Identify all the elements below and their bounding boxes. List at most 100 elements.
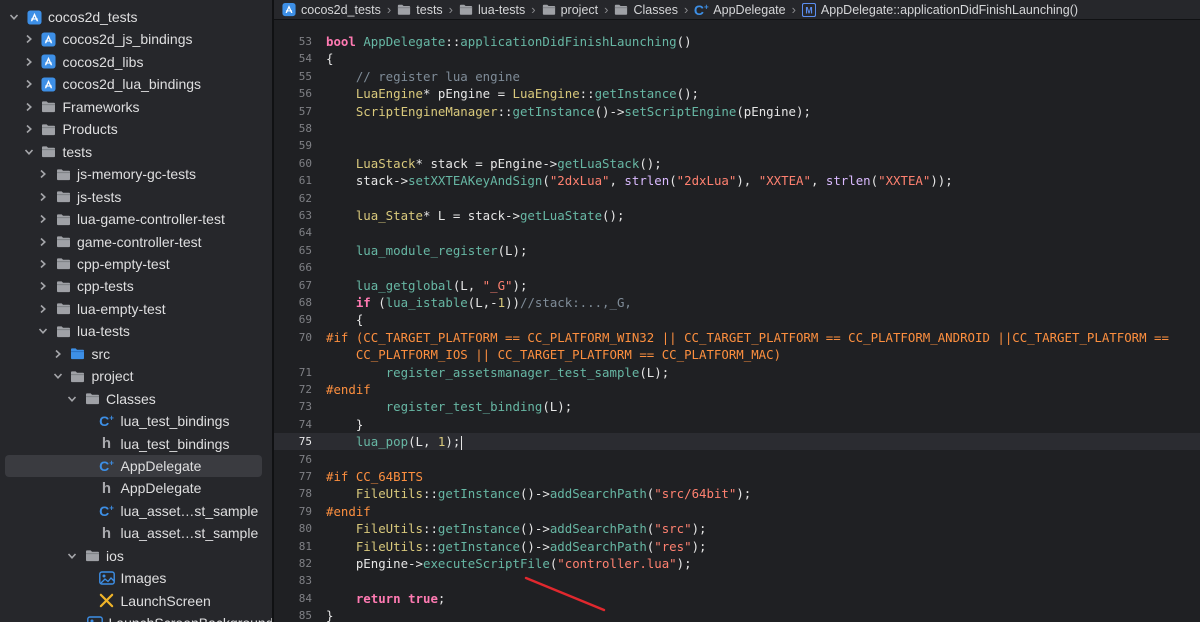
disclosure-right-icon[interactable] bbox=[37, 214, 49, 224]
disclosure-right-icon[interactable] bbox=[23, 57, 35, 67]
line-number[interactable]: 56 bbox=[274, 85, 312, 102]
line-number[interactable]: 70 bbox=[274, 329, 312, 346]
disclosure-right-icon[interactable] bbox=[52, 349, 64, 359]
code-line[interactable]: CC_PLATFORM_IOS || CC_TARGET_PLATFORM ==… bbox=[326, 346, 1200, 363]
code-line[interactable]: LuaEngine* pEngine = LuaEngine::getInsta… bbox=[326, 85, 1200, 102]
line-number[interactable]: 83 bbox=[274, 572, 312, 589]
line-number[interactable]: 80 bbox=[274, 520, 312, 537]
code-line[interactable]: register_assetsmanager_test_sample(L); bbox=[326, 364, 1200, 381]
navigator-item-images[interactable]: Images bbox=[0, 567, 262, 589]
breadcrumb-item[interactable]: tests bbox=[397, 3, 443, 17]
navigator-item-cocos2d-tests[interactable]: cocos2d_tests bbox=[0, 6, 262, 28]
line-number[interactable]: 68 bbox=[274, 294, 312, 311]
line-number[interactable]: 71 bbox=[274, 364, 312, 381]
line-number[interactable]: 54 bbox=[274, 50, 312, 67]
line-number[interactable]: 76 bbox=[274, 451, 312, 468]
code-line[interactable]: #endif bbox=[326, 381, 1200, 398]
navigator-item-lua-test-bindings[interactable]: h lua_test_bindings bbox=[0, 433, 262, 455]
breadcrumb-item[interactable]: C+ AppDelegate bbox=[694, 2, 786, 18]
code-line[interactable]: // register lua engine bbox=[326, 68, 1200, 85]
navigator-item-js-memory-gc-tests[interactable]: js-memory-gc-tests bbox=[0, 163, 262, 185]
disclosure-right-icon[interactable] bbox=[37, 169, 49, 179]
navigator-item-cpp-tests[interactable]: cpp-tests bbox=[0, 275, 262, 297]
line-number[interactable]: 72 bbox=[274, 381, 312, 398]
code-line[interactable] bbox=[326, 259, 1200, 276]
disclosure-down-icon[interactable] bbox=[23, 147, 35, 157]
disclosure-down-icon[interactable] bbox=[66, 551, 78, 561]
line-number[interactable]: 67 bbox=[274, 277, 312, 294]
code-line[interactable]: LuaStack* stack = pEngine->getLuaStack()… bbox=[326, 155, 1200, 172]
disclosure-right-icon[interactable] bbox=[23, 34, 35, 44]
navigator-item-lua-game-controller-test[interactable]: lua-game-controller-test bbox=[0, 208, 262, 230]
line-number[interactable]: 73 bbox=[274, 398, 312, 415]
disclosure-right-icon[interactable] bbox=[37, 281, 49, 291]
code-line[interactable]: } bbox=[326, 416, 1200, 433]
disclosure-right-icon[interactable] bbox=[37, 304, 49, 314]
navigator-item-cocos2d-js-bindings[interactable]: cocos2d_js_bindings bbox=[0, 28, 262, 50]
disclosure-down-icon[interactable] bbox=[52, 371, 64, 381]
navigator-item-cpp-empty-test[interactable]: cpp-empty-test bbox=[0, 253, 262, 275]
navigator-item-lua-empty-test[interactable]: lua-empty-test bbox=[0, 298, 262, 320]
code-line[interactable]: return true; bbox=[326, 590, 1200, 607]
line-number[interactable]: 60 bbox=[274, 155, 312, 172]
code-line[interactable]: ScriptEngineManager::getInstance()->setS… bbox=[326, 103, 1200, 120]
code-line[interactable] bbox=[326, 137, 1200, 154]
code-line[interactable] bbox=[326, 190, 1200, 207]
navigator-item-appdelegate[interactable]: C+ AppDelegate bbox=[5, 455, 262, 477]
navigator-item-launchscreen[interactable]: LaunchScreen bbox=[0, 590, 262, 612]
code-line[interactable]: FileUtils::getInstance()->addSearchPath(… bbox=[326, 485, 1200, 502]
line-number[interactable]: 81 bbox=[274, 538, 312, 555]
code-line[interactable]: { bbox=[326, 50, 1200, 67]
code-line[interactable]: #endif bbox=[326, 503, 1200, 520]
navigator-item-cocos2d-libs[interactable]: cocos2d_libs bbox=[0, 51, 262, 73]
breadcrumb-item[interactable]: Classes bbox=[614, 3, 678, 17]
code-line[interactable]: { bbox=[326, 311, 1200, 328]
line-number[interactable]: 53 bbox=[274, 33, 312, 50]
code-editor[interactable]: cocos2d_tests › tests › lua-tests › project › Cl… bbox=[274, 0, 1200, 622]
breadcrumb-item[interactable]: cocos2d_tests bbox=[282, 3, 381, 17]
disclosure-right-icon[interactable] bbox=[37, 259, 49, 269]
breadcrumb-item[interactable]: M AppDelegate::applicationDidFinishLaunch… bbox=[801, 2, 1078, 17]
line-number[interactable]: 55 bbox=[274, 68, 312, 85]
code-line[interactable]: #if CC_64BITS bbox=[326, 468, 1200, 485]
code-line[interactable] bbox=[326, 451, 1200, 468]
code-line[interactable]: FileUtils::getInstance()->addSearchPath(… bbox=[326, 520, 1200, 537]
disclosure-right-icon[interactable] bbox=[23, 124, 35, 134]
navigator-item-appdelegate[interactable]: h AppDelegate bbox=[0, 477, 262, 499]
navigator-item-js-tests[interactable]: js-tests bbox=[0, 186, 262, 208]
disclosure-down-icon[interactable] bbox=[37, 326, 49, 336]
navigator-item-lua-asset-st-sample[interactable]: C+ lua_asset…st_sample bbox=[0, 500, 262, 522]
navigator-item-lua-test-bindings[interactable]: C+ lua_test_bindings bbox=[0, 410, 262, 432]
code-line[interactable]: lua_module_register(L); bbox=[326, 242, 1200, 259]
code-line[interactable]: pEngine->executeScriptFile("controller.l… bbox=[326, 555, 1200, 572]
line-number[interactable]: 57 bbox=[274, 103, 312, 120]
navigator-item-project[interactable]: project bbox=[0, 365, 262, 387]
disclosure-right-icon[interactable] bbox=[37, 192, 49, 202]
navigator-item-frameworks[interactable]: Frameworks bbox=[0, 96, 262, 118]
navigator-item-products[interactable]: Products bbox=[0, 118, 262, 140]
navigator-item-cocos2d-lua-bindings[interactable]: cocos2d_lua_bindings bbox=[0, 73, 262, 95]
breadcrumb-item[interactable]: project bbox=[542, 3, 598, 17]
code-line[interactable]: stack->setXXTEAKeyAndSign("2dxLua", strl… bbox=[326, 172, 1200, 189]
line-number[interactable]: 85 bbox=[274, 607, 312, 622]
line-number[interactable]: 65 bbox=[274, 242, 312, 259]
line-number[interactable]: 79 bbox=[274, 503, 312, 520]
code-line[interactable]: FileUtils::getInstance()->addSearchPath(… bbox=[326, 538, 1200, 555]
navigator-item-lua-tests[interactable]: lua-tests bbox=[0, 320, 262, 342]
breadcrumb-item[interactable]: lua-tests bbox=[459, 3, 525, 17]
line-number[interactable]: 66 bbox=[274, 259, 312, 276]
code-line[interactable]: } bbox=[326, 607, 1200, 622]
line-number[interactable]: 61 bbox=[274, 172, 312, 189]
code-line[interactable]: lua_getglobal(L, "_G"); bbox=[326, 277, 1200, 294]
line-number[interactable]: 77 bbox=[274, 468, 312, 485]
navigator-item-game-controller-test[interactable]: game-controller-test bbox=[0, 231, 262, 253]
navigator-item-ios[interactable]: ios bbox=[0, 545, 262, 567]
disclosure-right-icon[interactable] bbox=[23, 102, 35, 112]
line-number[interactable]: 58 bbox=[274, 120, 312, 137]
line-number[interactable]: 59 bbox=[274, 137, 312, 154]
code-line[interactable]: lua_pop(L, 1); bbox=[326, 433, 1200, 450]
code-line[interactable] bbox=[326, 120, 1200, 137]
line-number[interactable]: 78 bbox=[274, 485, 312, 502]
code-line[interactable]: register_test_binding(L); bbox=[326, 398, 1200, 415]
disclosure-right-icon[interactable] bbox=[37, 237, 49, 247]
